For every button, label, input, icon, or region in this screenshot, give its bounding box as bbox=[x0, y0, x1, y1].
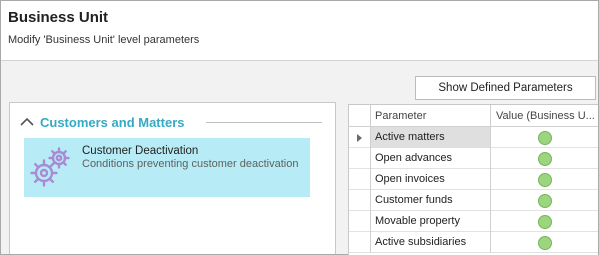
parameter-cell[interactable]: Active matters bbox=[371, 127, 491, 148]
table-row[interactable]: Active matters bbox=[349, 127, 598, 148]
customer-deactivation-tile[interactable]: Customer Deactivation Conditions prevent… bbox=[24, 138, 310, 197]
parameter-cell[interactable]: Open advances bbox=[371, 148, 491, 169]
page-subtitle: Modify 'Business Unit' level parameters bbox=[8, 34, 200, 46]
table-row[interactable]: Open invoices bbox=[349, 169, 598, 190]
group-title: Customers and Matters bbox=[40, 114, 185, 130]
green-status-icon bbox=[538, 193, 552, 208]
chevron-up-icon bbox=[20, 117, 34, 126]
value-cell[interactable] bbox=[491, 190, 598, 211]
parameter-cell[interactable]: Customer funds bbox=[371, 190, 491, 211]
table-row[interactable]: Movable property bbox=[349, 211, 598, 232]
parameter-cell[interactable]: Active subsidiaries bbox=[371, 232, 491, 253]
row-indicator bbox=[349, 169, 371, 190]
group-divider bbox=[206, 122, 322, 123]
table-row[interactable]: Customer funds bbox=[349, 190, 598, 211]
table-row[interactable]: Open advances bbox=[349, 148, 598, 169]
business-unit-window: Business Unit Modify 'Business Unit' lev… bbox=[0, 0, 599, 255]
green-status-icon bbox=[538, 235, 552, 250]
parameter-cell[interactable]: Open invoices bbox=[371, 169, 491, 190]
group-header-customers-and-matters[interactable]: Customers and Matters bbox=[19, 113, 184, 131]
gears-icon bbox=[30, 147, 70, 187]
value-cell[interactable] bbox=[491, 169, 598, 190]
settings-category-panel: Customers and Matters Customer Deactivat… bbox=[9, 102, 336, 254]
parameters-grid: Parameter Value (Business U... Active ma… bbox=[348, 104, 598, 255]
value-cell[interactable] bbox=[491, 232, 598, 253]
green-status-icon bbox=[538, 130, 552, 145]
page-header: Business Unit Modify 'Business Unit' lev… bbox=[1, 1, 598, 61]
row-indicator bbox=[349, 211, 371, 232]
row-indicator bbox=[349, 190, 371, 211]
tile-title: Customer Deactivation bbox=[82, 145, 199, 157]
row-pointer-icon bbox=[357, 133, 362, 142]
value-cell[interactable] bbox=[491, 127, 598, 148]
value-cell[interactable] bbox=[491, 211, 598, 232]
row-indicator bbox=[349, 148, 371, 169]
green-status-icon bbox=[538, 151, 552, 166]
green-status-icon bbox=[538, 214, 552, 229]
tile-description: Conditions preventing customer deactivat… bbox=[82, 158, 299, 170]
row-indicator-header bbox=[349, 105, 371, 127]
table-row[interactable]: Active subsidiaries bbox=[349, 232, 598, 253]
column-header-parameter[interactable]: Parameter bbox=[371, 105, 491, 127]
green-status-icon bbox=[538, 172, 552, 187]
grid-header: Parameter Value (Business U... bbox=[349, 105, 598, 127]
page-title: Business Unit bbox=[8, 9, 109, 26]
value-cell[interactable] bbox=[491, 148, 598, 169]
parameter-cell[interactable]: Movable property bbox=[371, 211, 491, 232]
row-indicator bbox=[349, 127, 371, 148]
row-indicator bbox=[349, 232, 371, 253]
column-header-value[interactable]: Value (Business U... bbox=[491, 105, 598, 127]
show-defined-parameters-button[interactable]: Show Defined Parameters bbox=[415, 76, 596, 100]
